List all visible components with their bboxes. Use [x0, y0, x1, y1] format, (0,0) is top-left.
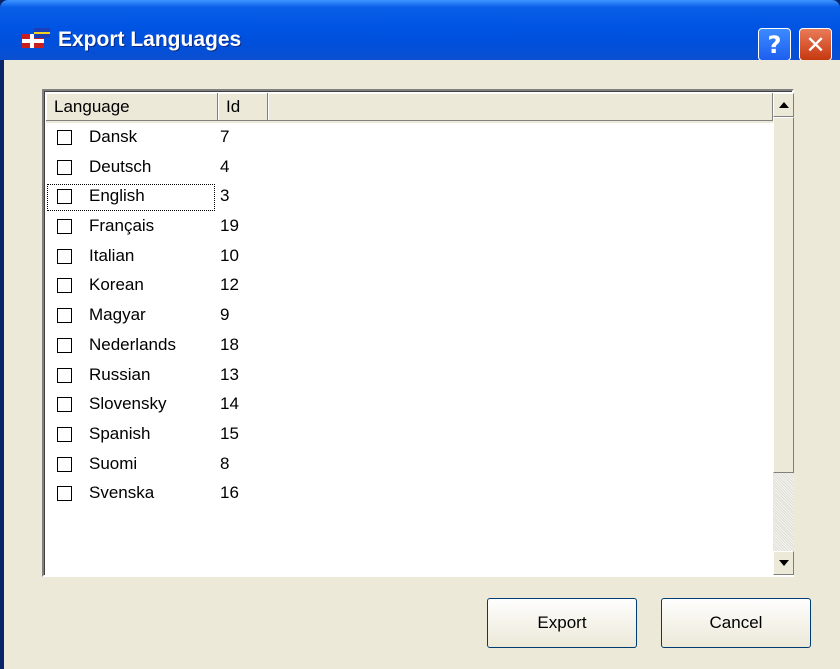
language-id: 10	[220, 245, 239, 265]
column-header-id[interactable]: Id	[218, 93, 268, 121]
close-icon: ✕	[805, 30, 826, 59]
row-checkbox[interactable]	[57, 426, 72, 442]
scroll-down-button[interactable]	[773, 551, 794, 575]
column-header-language[interactable]: Language	[46, 93, 218, 121]
row-checkbox[interactable]	[57, 456, 72, 472]
language-name: Slovensky	[89, 394, 167, 414]
language-id: 7	[220, 127, 230, 146]
list-row[interactable]: Suomi 8	[46, 452, 773, 482]
row-checkbox[interactable]	[57, 367, 72, 383]
list-row[interactable]: English 3	[46, 184, 773, 214]
row-checkbox[interactable]	[57, 130, 72, 145]
language-list[interactable]: Language Id Dansk 7 Deutsch 4 English 3 França…	[42, 89, 794, 577]
language-id: 4	[220, 156, 230, 176]
scroll-up-button[interactable]	[773, 93, 794, 117]
row-checkbox[interactable]	[57, 219, 72, 235]
language-id: 12	[220, 275, 239, 295]
list-row[interactable]: Magyar 9	[46, 303, 773, 333]
list-row[interactable]: Dansk 7	[46, 125, 773, 155]
arrow-down-icon	[779, 560, 789, 566]
language-id: 18	[220, 334, 239, 354]
language-name: Korean	[89, 275, 144, 295]
row-checkbox[interactable]	[57, 308, 72, 324]
language-id: 9	[220, 305, 230, 325]
language-id: 3	[220, 186, 230, 206]
language-name: Français	[89, 216, 155, 236]
language-name: Italian	[89, 245, 135, 265]
vertical-scrollbar[interactable]	[773, 93, 794, 575]
language-id: 19	[220, 216, 239, 236]
focus-rectangle	[47, 184, 215, 212]
row-checkbox[interactable]	[57, 159, 72, 175]
language-id: 15	[220, 423, 239, 443]
list-row[interactable]: Slovensky 14	[46, 392, 773, 422]
language-name: Deutsch	[89, 156, 152, 176]
list-row[interactable]: Spanish 15	[46, 422, 773, 452]
scroll-thumb[interactable]	[773, 117, 794, 473]
help-icon: ?	[767, 30, 782, 59]
row-checkbox[interactable]	[57, 248, 72, 264]
close-button[interactable]: ✕	[799, 28, 832, 61]
export-button[interactable]: Export	[487, 598, 637, 648]
column-header-empty	[268, 93, 773, 121]
export-languages-dialog: Export Languages ? ✕ Language Id Dansk 7 D…	[0, 0, 840, 669]
list-row[interactable]: Français 19	[46, 214, 773, 244]
row-checkbox[interactable]	[57, 337, 72, 353]
language-id: 13	[220, 364, 239, 384]
list-row[interactable]: Nederlands 18	[46, 333, 773, 363]
help-button[interactable]: ?	[758, 28, 791, 61]
app-flag-icon	[22, 28, 50, 48]
row-checkbox[interactable]	[57, 486, 72, 502]
language-name: Suomi	[89, 453, 138, 473]
title-bar[interactable]: Export Languages ? ✕	[0, 0, 840, 61]
list-row[interactable]: Russian 13	[46, 363, 773, 393]
language-id: 16	[220, 483, 239, 503]
language-id: 8	[220, 453, 230, 473]
language-id: 14	[220, 394, 239, 414]
list-row[interactable]: Deutsch 4	[46, 155, 773, 185]
window-title: Export Languages	[58, 28, 242, 51]
list-header: Language Id	[46, 93, 773, 123]
language-name: Dansk	[89, 127, 138, 146]
list-rows: Dansk 7 Deutsch 4 English 3 Français 19 Italian 1…	[46, 125, 773, 511]
language-name: Russian	[89, 364, 151, 384]
language-name: Svenska	[89, 483, 155, 503]
row-checkbox[interactable]	[57, 278, 72, 294]
language-name: Magyar	[89, 305, 146, 325]
language-name: Spanish	[89, 423, 151, 443]
arrow-up-icon	[779, 102, 789, 108]
row-checkbox[interactable]	[57, 397, 72, 413]
language-name: Nederlands	[89, 334, 176, 354]
list-row[interactable]: Svenska 16	[46, 481, 773, 511]
dialog-body: Language Id Dansk 7 Deutsch 4 English 3 França…	[4, 60, 840, 669]
list-row[interactable]: Italian 10	[46, 244, 773, 274]
list-row[interactable]: Korean 12	[46, 273, 773, 303]
cancel-button[interactable]: Cancel	[661, 598, 811, 648]
